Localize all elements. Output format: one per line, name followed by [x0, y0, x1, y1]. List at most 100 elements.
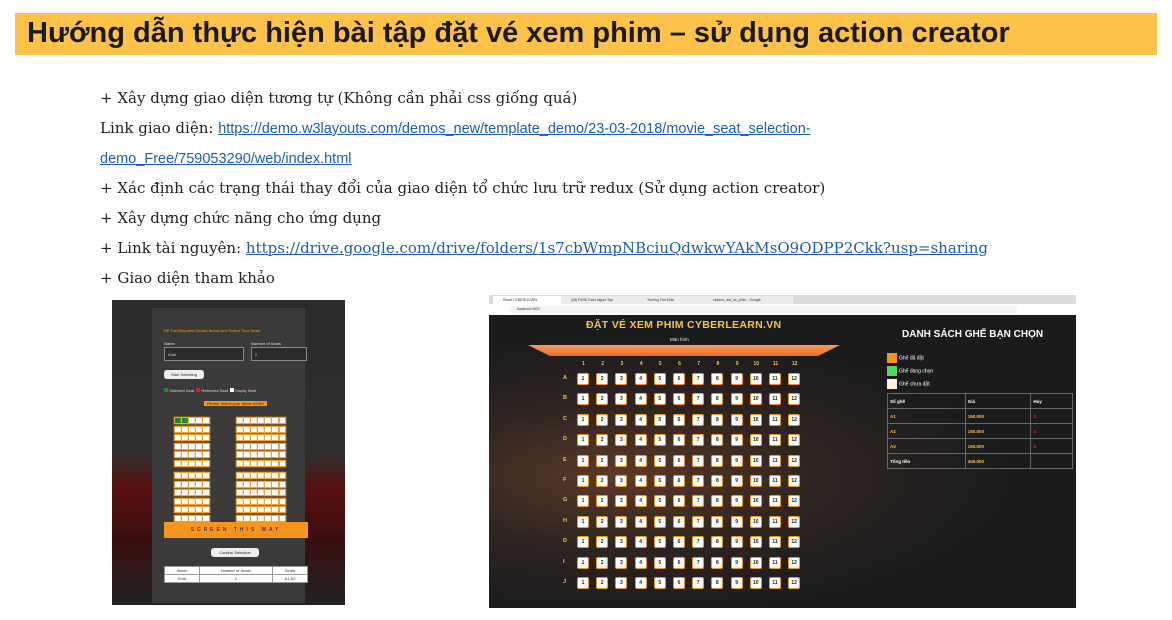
seat-button[interactable]: 4	[634, 454, 647, 467]
seat[interactable]	[278, 497, 287, 505]
seat[interactable]	[278, 425, 287, 433]
resource-link[interactable]: https://drive.google.com/drive/folders/1…	[246, 239, 988, 257]
seat[interactable]	[278, 434, 287, 442]
remove-seat-button[interactable]: X	[1030, 408, 1073, 424]
seat[interactable]	[202, 442, 210, 450]
seat-button[interactable]: 11	[769, 536, 781, 549]
seat-button[interactable]: 10	[749, 393, 762, 406]
seat-button[interactable]: 12	[788, 393, 801, 406]
seat-button[interactable]: 7	[692, 434, 705, 447]
url-field[interactable]: localhost:3000	[509, 306, 1017, 313]
seats-field[interactable]: 2	[251, 347, 307, 361]
seat-button[interactable]: 9	[730, 454, 743, 467]
seat[interactable]	[202, 459, 210, 467]
seat-button[interactable]: 4	[634, 515, 647, 528]
seat-button[interactable]: 8	[711, 577, 724, 589]
seat-button[interactable]: 8	[711, 393, 724, 406]
seat[interactable]	[202, 497, 210, 505]
seat-button[interactable]: 9	[730, 434, 743, 447]
seat-button[interactable]: 7	[692, 577, 705, 589]
seat-button[interactable]: 7	[692, 393, 705, 406]
seat-button[interactable]: 9	[730, 556, 743, 569]
seat-button[interactable]: 1	[577, 475, 589, 487]
seat-button[interactable]: 6	[673, 577, 685, 589]
seat[interactable]	[278, 472, 287, 479]
seat-button[interactable]: 10	[749, 536, 762, 549]
seat-button[interactable]: 4	[634, 577, 647, 589]
seat-button[interactable]: 6	[673, 536, 685, 549]
seat-button[interactable]: 8	[711, 413, 724, 426]
seat-button[interactable]: 12	[788, 515, 801, 528]
seat-button[interactable]: 10	[749, 413, 762, 426]
seat-button[interactable]: 7	[692, 413, 705, 426]
confirm-selection-button[interactable]: Confirm Selection	[211, 548, 259, 557]
seat-button[interactable]: 12	[788, 454, 801, 467]
seat-button[interactable]: 7	[692, 373, 705, 385]
seat-button[interactable]: 6	[673, 434, 685, 447]
seat-button[interactable]: 8	[711, 475, 724, 487]
seat-button[interactable]: 12	[788, 577, 801, 589]
seat-button[interactable]: 9	[730, 413, 743, 426]
seat-button[interactable]: 7	[692, 495, 705, 508]
seat-button[interactable]: 2	[596, 577, 609, 589]
seat-button[interactable]: 11	[769, 454, 781, 467]
seat-button[interactable]: 3	[615, 393, 628, 406]
seat-button[interactable]: 3	[615, 413, 628, 426]
seat[interactable]	[278, 442, 287, 450]
seat-button[interactable]: 2	[596, 536, 609, 549]
seat[interactable]	[202, 480, 210, 488]
seat-button[interactable]: 7	[692, 556, 705, 569]
seat-button[interactable]: 5	[653, 373, 666, 385]
seat-button[interactable]: 4	[634, 475, 647, 487]
seat-button[interactable]: 1	[577, 373, 589, 385]
seat[interactable]	[278, 480, 287, 488]
remove-seat-button[interactable]: X	[1030, 438, 1073, 454]
seat-button[interactable]: 3	[615, 536, 628, 549]
seat-button[interactable]: 9	[730, 393, 743, 406]
seat-button[interactable]: 2	[596, 413, 609, 426]
seat-button[interactable]: 1	[577, 556, 589, 569]
seat-button[interactable]: 4	[634, 536, 647, 549]
seat-button[interactable]: 1	[577, 434, 589, 447]
ui-link-part-1[interactable]: https://demo.w3layouts.com/demos_new/tem…	[218, 121, 810, 137]
seat[interactable]	[202, 472, 210, 479]
seat[interactable]	[202, 451, 210, 459]
seat-button[interactable]: 6	[673, 413, 685, 426]
seat-button[interactable]: 9	[730, 475, 743, 487]
seat-button[interactable]: 4	[634, 434, 647, 447]
browser-tab[interactable]: cinema_dat_ve_phim - Google	[703, 296, 793, 304]
seat-button[interactable]: 5	[653, 577, 666, 589]
seat-button[interactable]: 10	[749, 475, 762, 487]
seat-button[interactable]: 4	[634, 413, 647, 426]
seat-button[interactable]: 5	[653, 536, 666, 549]
seat-button[interactable]: 8	[711, 495, 724, 508]
browser-tab[interactable]: React CYBERLEARN	[493, 296, 565, 304]
seat-button[interactable]: 9	[730, 577, 743, 589]
browser-tab[interactable]: (28) FAPA Conn Nguoi Tap	[561, 296, 641, 304]
seat[interactable]	[202, 514, 210, 522]
seat-button[interactable]: 12	[788, 475, 801, 487]
seat-button[interactable]: 3	[615, 454, 628, 467]
seat-button[interactable]: 11	[769, 413, 781, 426]
seat-button[interactable]: 7	[692, 536, 705, 549]
seat[interactable]	[202, 489, 210, 497]
seat-button[interactable]: 3	[615, 434, 628, 447]
seat-button[interactable]: 12	[788, 495, 801, 508]
seat-button[interactable]: 2	[596, 373, 609, 385]
seat[interactable]	[278, 417, 287, 424]
seat[interactable]	[278, 489, 287, 497]
seat-button[interactable]: 10	[749, 373, 762, 385]
ui-link-part-2[interactable]: demo_Free/759053290/web/index.html	[100, 151, 352, 167]
seat-button[interactable]: 8	[711, 556, 724, 569]
seat[interactable]	[278, 506, 287, 514]
seat-button[interactable]: 6	[673, 515, 685, 528]
seat-button[interactable]: 2	[596, 556, 609, 569]
seat-button[interactable]: 5	[653, 556, 666, 569]
seat-button[interactable]: 6	[673, 475, 685, 487]
seat-button[interactable]: 11	[769, 515, 781, 528]
seat-button[interactable]: 5	[653, 434, 666, 447]
seat-button[interactable]: 3	[615, 495, 628, 508]
seat-button[interactable]: 5	[653, 475, 666, 487]
seat-button[interactable]: 5	[653, 495, 666, 508]
seat-button[interactable]: 5	[653, 393, 666, 406]
